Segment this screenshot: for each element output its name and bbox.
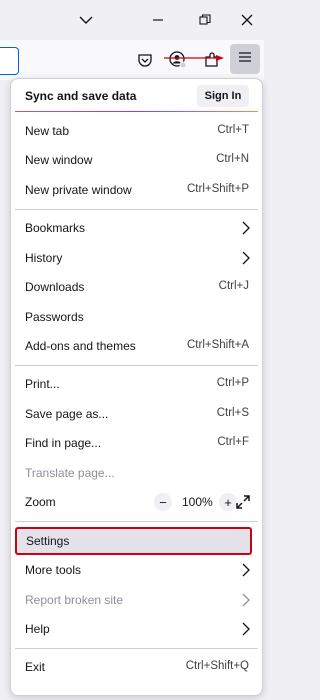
fullscreen-icon[interactable] — [235, 494, 251, 510]
menu-item-history[interactable]: History — [15, 244, 253, 272]
zoom-level[interactable]: 100% — [182, 495, 213, 509]
title-bar — [0, 0, 264, 40]
menu-item-new-private-window[interactable]: New private window Ctrl+Shift+P — [15, 176, 253, 204]
menu-item-help[interactable]: Help — [15, 615, 253, 643]
menu-item-label: History — [25, 251, 63, 265]
menu-item-label: Translate page... — [25, 466, 115, 480]
menu-item-passwords[interactable]: Passwords — [15, 303, 253, 331]
restore-icon[interactable] — [193, 8, 217, 32]
menu-separator — [15, 365, 258, 366]
menu-item-addons[interactable]: Add-ons and themes Ctrl+Shift+A — [15, 332, 253, 360]
menu-item-label: Exit — [25, 660, 46, 674]
hamburger-menu-button[interactable] — [230, 44, 260, 74]
menu-item-shortcut: Ctrl+F — [217, 436, 249, 448]
menu-item-zoom: Zoom − 100% + — [15, 488, 253, 516]
zoom-out-button[interactable]: − — [154, 493, 172, 511]
menu-item-label: New window — [25, 153, 93, 167]
chevron-right-icon — [242, 622, 250, 636]
menu-item-label: New tab — [25, 124, 70, 138]
menu-item-report-broken-site: Report broken site — [15, 586, 253, 614]
menu-item-new-window[interactable]: New window Ctrl+N — [15, 146, 253, 174]
menu-item-label: Passwords — [25, 310, 84, 324]
menu-separator — [15, 648, 258, 649]
menu-item-shortcut: Ctrl+T — [217, 124, 249, 136]
menu-item-label: Bookmarks — [25, 221, 86, 235]
minimize-icon[interactable] — [146, 8, 170, 32]
chevron-right-icon — [242, 221, 250, 235]
menu-item-label: New private window — [25, 183, 132, 197]
menu-item-shortcut: Ctrl+Shift+A — [187, 339, 249, 351]
menu-item-label: More tools — [25, 563, 82, 577]
menu-item-new-tab[interactable]: New tab Ctrl+T — [15, 117, 253, 145]
menu-separator — [15, 521, 258, 522]
pocket-icon[interactable] — [133, 48, 157, 72]
menu-item-exit[interactable]: Exit Ctrl+Shift+Q — [15, 653, 253, 681]
sign-in-button[interactable]: Sign In — [197, 85, 249, 107]
navigation-toolbar — [0, 40, 264, 80]
sync-underline — [15, 111, 258, 112]
close-icon[interactable] — [235, 8, 259, 32]
menu-item-shortcut: Ctrl+Shift+Q — [185, 660, 249, 672]
menu-item-downloads[interactable]: Downloads Ctrl+J — [15, 273, 253, 301]
chevron-right-icon — [242, 251, 250, 265]
chevron-right-icon — [242, 563, 250, 577]
menu-item-label: Add-ons and themes — [25, 339, 136, 353]
url-bar[interactable] — [0, 47, 19, 75]
menu-item-more-tools[interactable]: More tools — [15, 556, 253, 584]
menu-item-label: Zoom — [25, 495, 56, 509]
sync-header: Sync and save data Sign In — [11, 79, 262, 111]
annotation-arrow — [164, 55, 224, 61]
menu-item-label: Downloads — [25, 280, 85, 294]
menu-item-label: Settings — [26, 534, 70, 548]
menu-item-label: Find in page... — [25, 436, 102, 450]
menu-item-shortcut: Ctrl+Shift+P — [187, 183, 249, 195]
chevron-right-icon — [242, 593, 250, 607]
menu-item-shortcut: Ctrl+P — [216, 377, 249, 389]
chevron-down-icon[interactable] — [74, 8, 98, 32]
menu-item-find-in-page[interactable]: Find in page... Ctrl+F — [15, 429, 253, 457]
menu-item-label: Print... — [25, 377, 60, 391]
sync-title: Sync and save data — [25, 89, 137, 103]
menu-item-print[interactable]: Print... Ctrl+P — [15, 370, 253, 398]
menu-item-label: Save page as... — [25, 407, 109, 421]
menu-item-bookmarks[interactable]: Bookmarks — [15, 214, 253, 242]
menu-item-save-page[interactable]: Save page as... Ctrl+S — [15, 400, 253, 428]
menu-item-settings[interactable]: Settings — [15, 527, 252, 555]
zoom-controls: − 100% + — [149, 492, 253, 512]
hamburger-menu-icon — [238, 50, 252, 68]
menu-separator — [15, 209, 258, 210]
app-menu-panel: Sync and save data Sign In New tab Ctrl+… — [10, 78, 263, 696]
menu-item-shortcut: Ctrl+N — [216, 153, 249, 165]
menu-item-translate-page: Translate page... — [15, 459, 253, 487]
menu-item-label: Help — [25, 622, 50, 636]
menu-item-label: Report broken site — [25, 593, 124, 607]
menu-item-shortcut: Ctrl+J — [218, 280, 249, 292]
menu-item-shortcut: Ctrl+S — [216, 407, 249, 419]
